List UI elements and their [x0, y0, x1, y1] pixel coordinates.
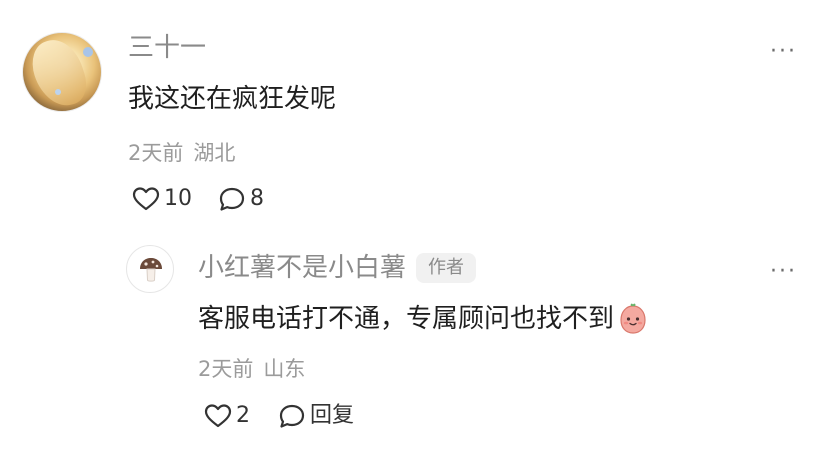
mushroom-icon: [138, 256, 164, 284]
comment-location: 湖北: [193, 141, 236, 165]
heart-icon: [132, 186, 160, 212]
reply-text: 客服电话打不通，专属顾问也找不到: [198, 304, 615, 334]
reply-like-count: 2: [236, 403, 250, 428]
reply-content[interactable]: 客服电话打不通，专属顾问也找不到: [198, 302, 650, 336]
comment-like-button[interactable]: 10: [132, 186, 192, 212]
reply-header: 小红薯不是小白薯 作者: [198, 252, 477, 284]
comment-time: 2天前: [128, 141, 184, 165]
speech-bubble-icon: [278, 403, 306, 429]
sweet-potato-emoji-icon: [616, 302, 650, 336]
reply-location: 山东: [263, 357, 306, 381]
comment-like-count: 10: [164, 186, 192, 211]
comment-reply-count: 8: [250, 186, 264, 211]
reply-reply-button[interactable]: 回复: [278, 403, 354, 429]
reply-time: 2天前: [198, 357, 254, 381]
reply-like-button[interactable]: 2: [204, 403, 250, 429]
replier-username[interactable]: 小红薯不是小白薯: [198, 252, 406, 284]
commenter-username[interactable]: 三十一: [128, 32, 206, 64]
author-badge: 作者: [416, 253, 477, 283]
commenter-avatar[interactable]: [22, 32, 102, 112]
replier-avatar[interactable]: [126, 245, 174, 293]
speech-bubble-icon: [218, 186, 246, 212]
comment-reply-button[interactable]: 8: [218, 186, 264, 212]
reply-meta: 2天前 山东: [198, 356, 305, 382]
reply-label: 回复: [310, 403, 355, 428]
comment-more-icon[interactable]: ···: [770, 41, 797, 63]
comment-text[interactable]: 我这还在疯狂发呢: [128, 82, 336, 116]
reply-more-icon[interactable]: ···: [770, 261, 797, 283]
comment-meta: 2天前 湖北: [128, 140, 235, 166]
heart-icon: [204, 403, 232, 429]
